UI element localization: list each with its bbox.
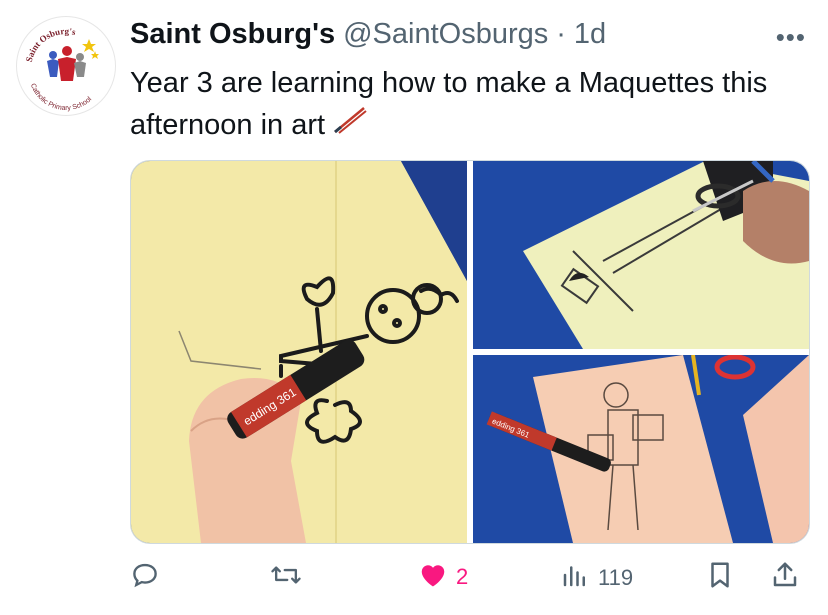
- photo-pink-drawing[interactable]: edding 361: [473, 355, 809, 543]
- retweet-icon: [270, 560, 302, 596]
- separator-dot: ·: [556, 18, 566, 50]
- reply-button[interactable]: [130, 560, 160, 596]
- logo-text-bottom: Catholic Primary School: [29, 83, 94, 112]
- share-icon: [770, 560, 800, 596]
- retweet-button[interactable]: [270, 560, 302, 596]
- analytics-icon: [560, 560, 590, 596]
- media-grid[interactable]: edding 361 edding 361: [130, 160, 810, 544]
- tweet-header: Saint Osburg's @SaintOsburgs · 1d: [130, 18, 606, 51]
- tweet-body: Year 3 are learning how to make a Maquet…: [130, 67, 768, 141]
- photo-drawing-marker[interactable]: edding 361: [131, 161, 467, 543]
- heart-icon: [418, 560, 448, 594]
- views-button[interactable]: 119: [560, 560, 633, 596]
- reply-icon: [130, 560, 160, 596]
- school-logo: Saint Osburg's Catholic Primary School: [24, 26, 99, 112]
- author-handle[interactable]: @SaintOsburgs: [343, 18, 548, 51]
- bookmark-button[interactable]: [706, 560, 734, 596]
- share-button[interactable]: [770, 560, 800, 596]
- bookmark-icon: [706, 560, 734, 596]
- like-button[interactable]: 2: [418, 560, 468, 594]
- avatar[interactable]: Saint Osburg's Catholic Primary School: [16, 16, 116, 116]
- photo-scissors-maquette[interactable]: [473, 161, 809, 349]
- like-count: 2: [456, 564, 469, 589]
- timestamp[interactable]: 1d: [574, 18, 606, 51]
- views-count: 119: [598, 565, 634, 590]
- author-name[interactable]: Saint Osburg's: [130, 18, 335, 51]
- tweet-actions: 2 119: [130, 560, 810, 596]
- more-options-icon[interactable]: •••: [776, 22, 806, 53]
- tweet-text: Year 3 are learning how to make a Maquet…: [130, 62, 800, 147]
- paintbrush-icon: [331, 105, 367, 147]
